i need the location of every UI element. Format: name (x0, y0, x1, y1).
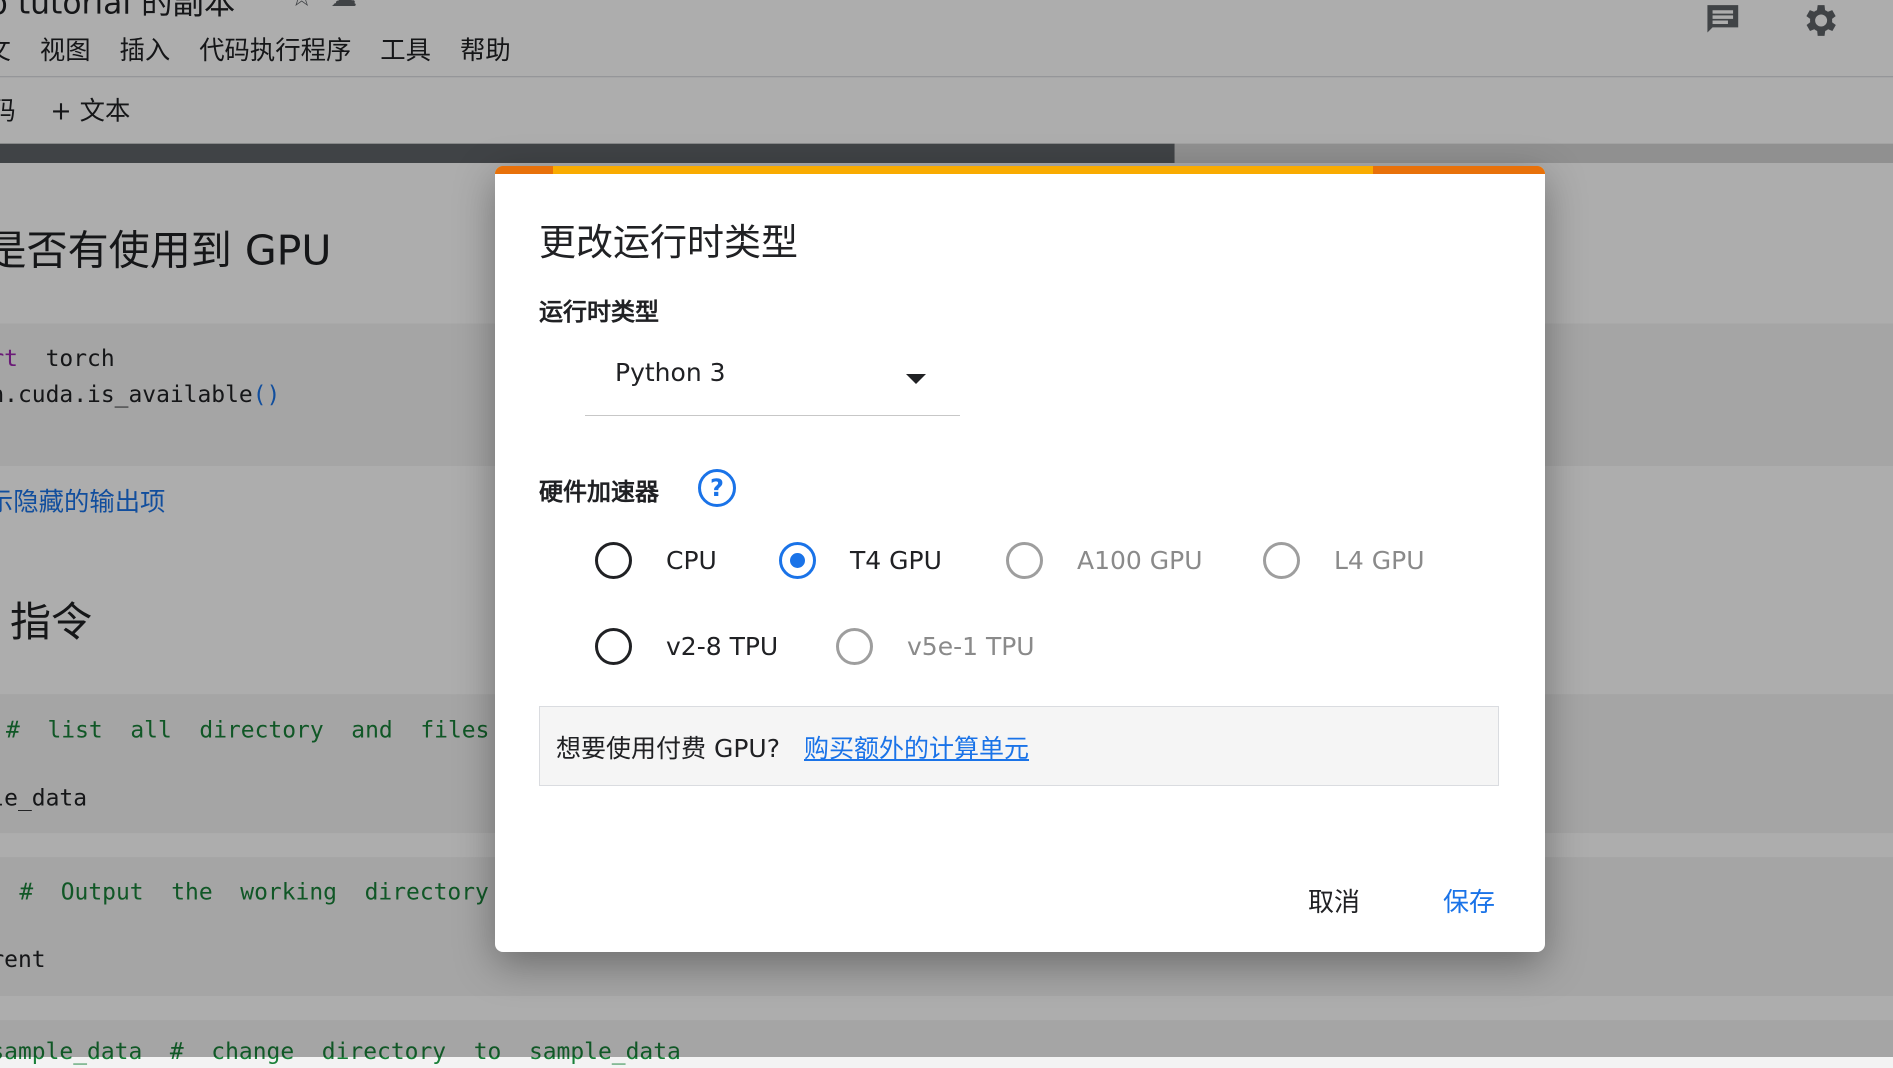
radio-dot (790, 553, 805, 568)
dialog-title: 更改运行时类型 (539, 221, 798, 264)
radio-button[interactable] (595, 628, 632, 665)
radio-v5e-1-tpu: v5e-1 TPU (836, 628, 1035, 665)
radio-v2-8-tpu[interactable]: v2-8 TPU (595, 628, 778, 665)
radio-t4-gpu[interactable]: T4 GPU (779, 542, 942, 579)
cancel-button[interactable]: 取消 (1308, 882, 1360, 919)
radio-button-disabled (1263, 542, 1300, 579)
radio-label: T4 GPU (850, 546, 942, 575)
radio-button-disabled (1006, 542, 1043, 579)
radio-cpu[interactable]: CPU (595, 542, 717, 579)
runtime-type-value: Python 3 (615, 358, 726, 387)
buy-compute-units-link[interactable]: 购买额外的计算单元 (804, 729, 1029, 765)
radio-l4-gpu: L4 GPU (1263, 542, 1425, 579)
dropdown-arrow-icon (906, 374, 926, 384)
paid-gpu-info-box: 想要使用付费 GPU? 购买额外的计算单元 (539, 706, 1499, 786)
radio-label: v5e-1 TPU (907, 632, 1035, 661)
radio-label: v2-8 TPU (666, 632, 779, 661)
paid-gpu-text: 想要使用付费 GPU? (556, 734, 780, 763)
save-button[interactable]: 保存 (1443, 882, 1495, 919)
accent-bar-left (495, 166, 553, 174)
help-icon[interactable]: ? (698, 469, 736, 507)
dialog-accent-bar (495, 166, 1545, 174)
radio-button[interactable] (595, 542, 632, 579)
hardware-accelerator-label: 硬件加速器 (539, 478, 659, 506)
radio-button-disabled (836, 628, 873, 665)
runtime-type-select[interactable]: Python 3 (585, 346, 960, 416)
radio-label: L4 GPU (1334, 546, 1425, 575)
radio-a100-gpu: A100 GPU (1006, 542, 1203, 579)
radio-button-checked[interactable] (779, 542, 816, 579)
runtime-type-label: 运行时类型 (539, 298, 659, 326)
radio-label: A100 GPU (1077, 546, 1203, 575)
accent-bar-right (1373, 166, 1545, 174)
change-runtime-dialog: 更改运行时类型 运行时类型 Python 3 硬件加速器 ? CPU T4 GP… (495, 166, 1545, 952)
radio-label: CPU (666, 546, 717, 575)
